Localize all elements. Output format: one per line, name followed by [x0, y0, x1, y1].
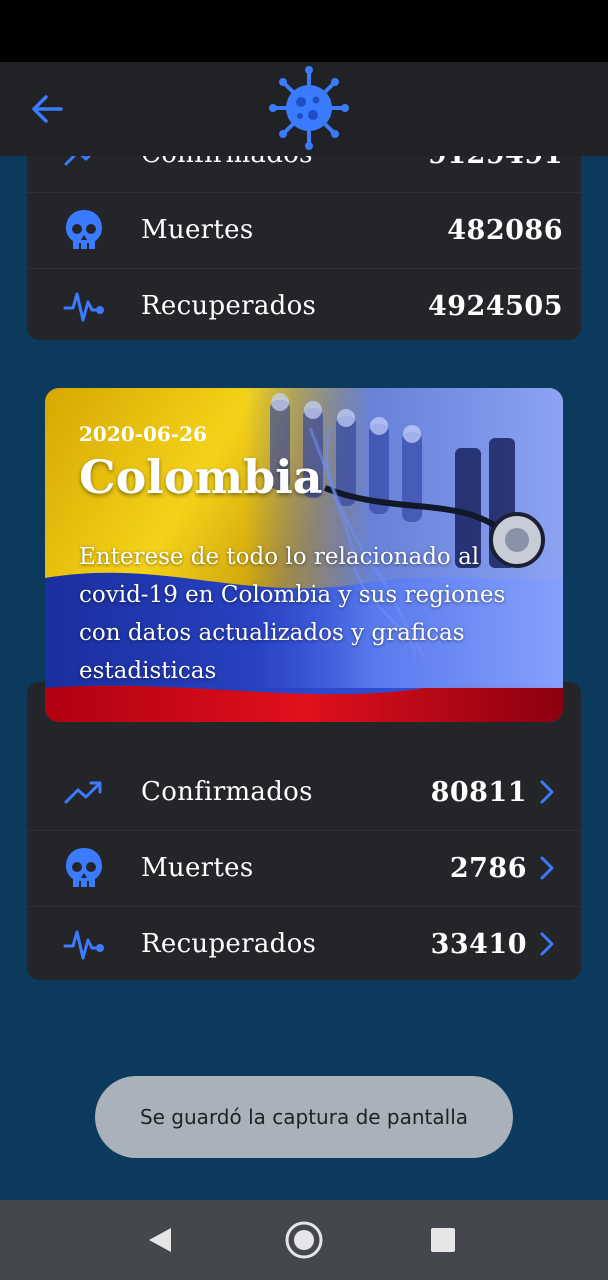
stat-value: 80811: [430, 776, 527, 808]
stat-label: Muertes: [141, 215, 254, 245]
scroll-content[interactable]: Confirmados 9129491 Muertes 482086 Recup…: [0, 156, 608, 1200]
stat-value: 2786: [449, 852, 527, 884]
stat-row-recuperados[interactable]: Recuperados 33410: [27, 906, 581, 982]
trending-up-icon: [61, 156, 107, 177]
stat-label: Muertes: [141, 853, 254, 883]
stat-value: 33410: [430, 928, 527, 960]
arrow-left-icon: [32, 95, 63, 123]
stat-label: Confirmados: [141, 777, 313, 807]
stat-value: 4924505: [427, 290, 563, 322]
status-bar: [0, 0, 608, 62]
stat-row-muertes: Muertes 482086: [27, 192, 581, 268]
chevron-right-icon: [533, 930, 561, 958]
app-logo: [269, 64, 349, 152]
stat-value: 482086: [447, 214, 563, 246]
colombia-stats-card: Confirmados 80811 Muertes 2786 Recuperad…: [27, 682, 581, 980]
heartbeat-icon: [61, 921, 107, 967]
chevron-right-icon: [533, 854, 561, 882]
stat-label: Confirmados: [141, 156, 313, 169]
screenshot-toast: Se guardó la captura de pantalla: [95, 1076, 513, 1158]
banner-date: 2020-06-26: [79, 422, 207, 446]
system-back-button[interactable]: [138, 1218, 182, 1262]
virus-icon: [269, 66, 349, 150]
stat-row-confirmados[interactable]: Confirmados 80811: [27, 754, 581, 830]
stat-label: Recuperados: [141, 929, 317, 959]
skull-icon: [61, 845, 107, 891]
triangle-back-icon: [149, 1228, 171, 1252]
square-recents-icon: [431, 1228, 455, 1252]
stat-label: Recuperados: [141, 291, 317, 321]
chevron-right-icon: [533, 778, 561, 806]
stat-row-confirmados: Confirmados 9129491: [27, 156, 581, 192]
circle-home-icon: [285, 1221, 323, 1259]
stat-value: 9129491: [428, 156, 563, 170]
stat-row-recuperados: Recuperados 4924505: [27, 268, 581, 344]
system-home-button[interactable]: [282, 1218, 326, 1262]
trending-up-icon: [61, 769, 107, 815]
skull-icon: [61, 207, 107, 253]
stat-row-muertes[interactable]: Muertes 2786: [27, 830, 581, 906]
banner-title: Colombia: [79, 450, 323, 504]
back-button[interactable]: [24, 86, 70, 132]
colombia-banner[interactable]: 2020-06-26 Colombia Enterese de todo lo …: [45, 388, 563, 722]
app-bar: [0, 62, 608, 156]
system-nav-bar: [0, 1200, 608, 1280]
global-stats-card: Confirmados 9129491 Muertes 482086 Recup…: [27, 156, 581, 340]
banner-description: Enterese de todo lo relacionado al covid…: [79, 544, 506, 684]
heartbeat-icon: [61, 283, 107, 329]
system-recents-button[interactable]: [421, 1218, 465, 1262]
